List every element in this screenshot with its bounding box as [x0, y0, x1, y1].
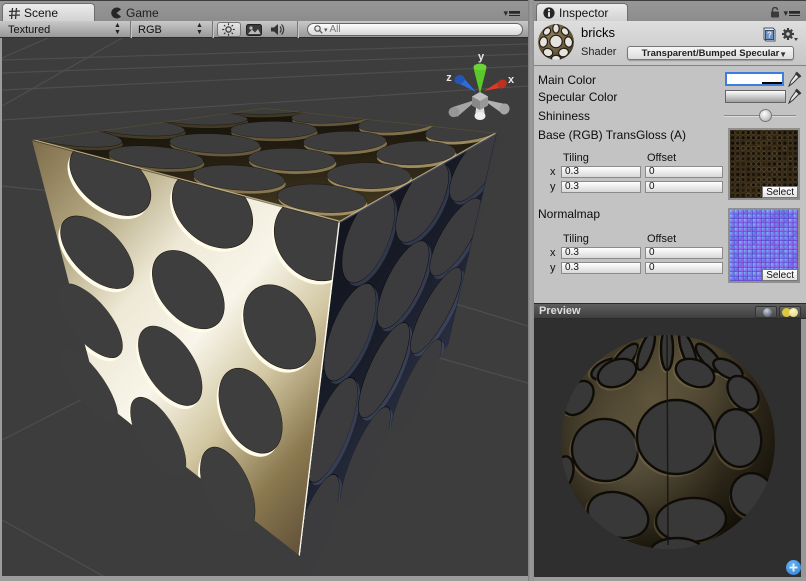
svg-text:y: y [478, 51, 485, 63]
svg-text:z: z [446, 72, 452, 84]
svg-text:x: x [508, 74, 515, 86]
svg-text:?: ? [767, 31, 772, 40]
